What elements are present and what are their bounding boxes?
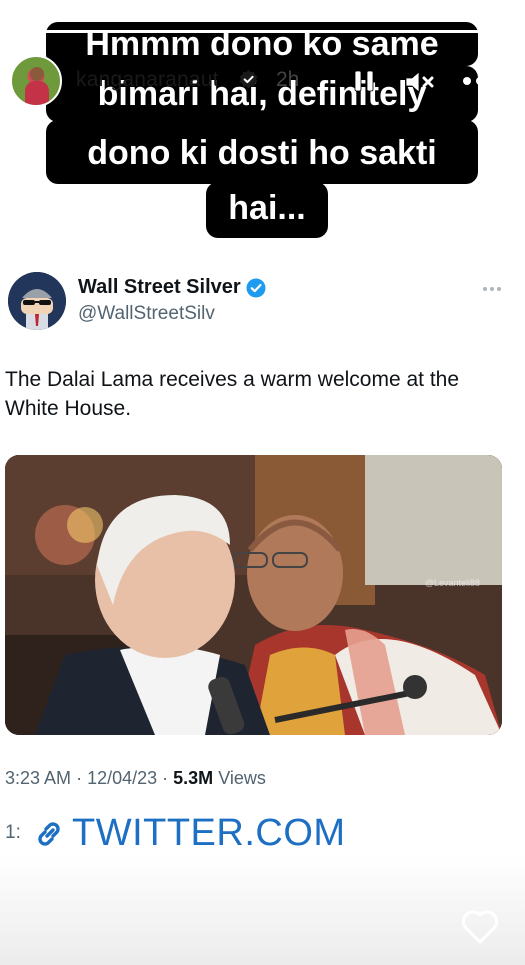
caption-line: dono ki dosti ho sakti	[46, 120, 478, 184]
tweet-author-handle[interactable]: @WallStreetSilv	[78, 303, 215, 325]
tweet-more-icon	[483, 287, 501, 291]
tweet-text: The Dalai Lama receives a warm welcome a…	[5, 368, 460, 420]
story-time-ago: 2h	[276, 68, 300, 91]
link-sticker-text[interactable]: TWITTER.COM	[72, 812, 346, 855]
story-username[interactable]: kanganaranaut	[76, 68, 219, 92]
obscured-text: 1:	[5, 822, 21, 843]
meta-separator: ·	[162, 768, 174, 788]
verified-badge-icon	[246, 278, 266, 298]
meta-separator: ·	[76, 768, 88, 788]
tweet-photo: @Levanteli88	[5, 455, 502, 735]
link-icon	[38, 822, 60, 846]
bottom-gradient	[0, 855, 525, 965]
avatar-body	[25, 81, 49, 105]
tweet-metadata: 3:23 AM · 12/04/23 · 5.3M Views	[5, 768, 266, 789]
story-viewer[interactable]: Wall Street Silver @WallStreetSilv The D…	[0, 0, 525, 965]
tweet-author-name[interactable]: Wall Street Silver	[78, 276, 241, 299]
tweet-author-avatar	[8, 272, 66, 330]
avatar-head	[30, 67, 44, 81]
image-watermark: @Levanteli88	[424, 578, 480, 588]
profile-avatar[interactable]	[10, 55, 62, 107]
tweet-views-label: Views	[218, 768, 266, 788]
tweet-time: 3:23 AM	[5, 768, 72, 788]
tweet-views-count: 5.3M	[173, 768, 214, 788]
mute-icon[interactable]	[404, 70, 436, 94]
pause-icon[interactable]	[354, 70, 374, 92]
heart-icon[interactable]	[460, 908, 500, 946]
tweet-date: 12/04/23	[87, 768, 158, 788]
story-progress-bar	[10, 30, 515, 33]
more-options-icon[interactable]	[462, 76, 498, 86]
caption-line: Hmmm dono ko same	[46, 22, 478, 66]
story-progress-fill	[10, 30, 515, 33]
verified-icon	[239, 70, 258, 89]
caption-line: hai...	[206, 182, 328, 238]
